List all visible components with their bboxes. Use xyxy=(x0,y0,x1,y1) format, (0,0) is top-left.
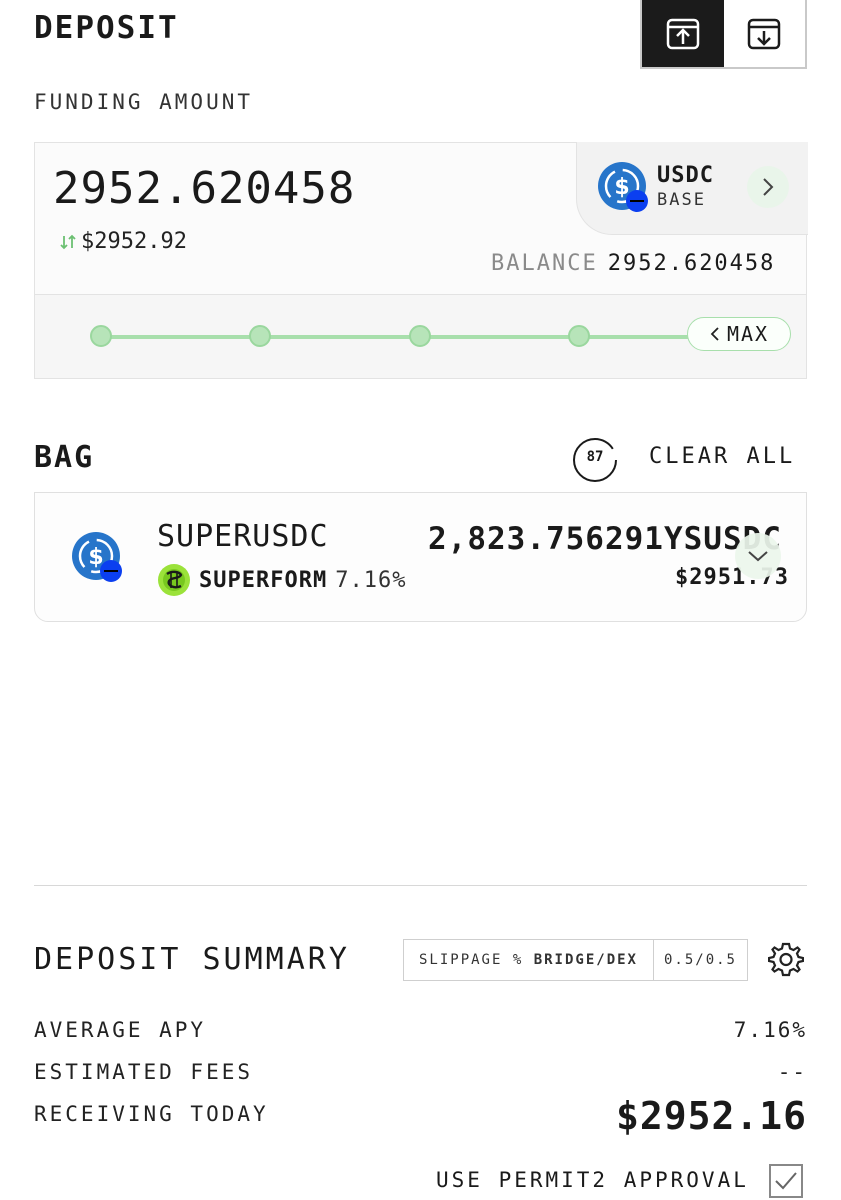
mode-toggle xyxy=(640,0,807,69)
bag-item[interactable]: $ SUPERUSDC SUPERFORM 7.16% 2,823.756291… xyxy=(34,492,807,622)
bag-count: 87 xyxy=(586,449,604,465)
amount-slider[interactable]: MAX xyxy=(35,294,806,378)
gear-icon[interactable] xyxy=(768,941,804,977)
token-chain: BASE xyxy=(657,190,706,210)
slider-step-25[interactable] xyxy=(249,325,271,347)
vault-name: SUPERUSDC xyxy=(157,519,329,554)
expand-item-button[interactable] xyxy=(735,533,781,579)
max-label: MAX xyxy=(726,322,770,346)
usd-value: $2952.92 xyxy=(81,229,187,254)
superform-logo-icon xyxy=(158,564,190,596)
deposit-mode-button[interactable] xyxy=(642,0,724,67)
vault-amount-value: 2,823.756291 xyxy=(428,521,664,557)
receiving-today-value: $2952.16 xyxy=(615,1094,807,1138)
chevron-left-icon xyxy=(710,327,719,341)
slider-step-75[interactable] xyxy=(568,325,590,347)
receiving-today-label: RECEIVING TODAY xyxy=(34,1102,269,1126)
token-selector[interactable]: $ USDC BASE xyxy=(576,142,808,235)
funding-amount-label: FUNDING AMOUNT xyxy=(34,90,254,114)
chevron-right-icon xyxy=(763,178,774,196)
summary-title: DEPOSIT SUMMARY xyxy=(34,942,350,977)
bag-count-ring: 87 xyxy=(572,437,618,483)
usd-value-line: $2952.92 xyxy=(59,229,187,254)
clear-all-button[interactable]: CLEAR ALL xyxy=(649,444,795,469)
balance-line: BALANCE 2952.620458 xyxy=(491,251,775,276)
section-divider xyxy=(34,885,807,886)
amount-input[interactable] xyxy=(53,163,573,214)
token-symbol: USDC xyxy=(657,163,714,188)
vault-amount: 2,823.756291YSUSDC xyxy=(428,521,782,557)
average-apy-label: AVERAGE APY xyxy=(34,1018,207,1042)
balance-label: BALANCE xyxy=(491,251,598,276)
slippage-prefix: SLIPPAGE % xyxy=(418,952,534,968)
withdraw-mode-button[interactable] xyxy=(724,0,806,67)
average-apy-value: 7.16% xyxy=(733,1018,807,1042)
max-button[interactable]: MAX xyxy=(687,317,791,351)
slippage-setting[interactable]: SLIPPAGE % BRIDGE/DEX 0.5/0.5 xyxy=(403,939,748,981)
funding-card: $2952.92 $ USDC BASE BALANCE 2952.620458 xyxy=(34,142,808,379)
checkmark-icon xyxy=(775,1172,797,1190)
usdc-base-icon: $ xyxy=(598,162,648,212)
protocol-line: SUPERFORM 7.16% xyxy=(157,563,406,597)
deposit-tray-icon xyxy=(666,18,699,49)
withdraw-tray-icon xyxy=(748,18,781,49)
swap-arrows-icon xyxy=(60,234,76,249)
superusdc-token-icon: $ xyxy=(72,532,122,582)
slider-step-0[interactable] xyxy=(90,325,112,347)
protocol-name: SUPERFORM xyxy=(199,567,328,593)
vault-apy: 7.16% xyxy=(335,567,407,593)
bag-title: BAG xyxy=(34,440,95,475)
balance-value: 2952.620458 xyxy=(607,251,776,276)
slippage-mode: BRIDGE/DEX xyxy=(533,952,638,968)
slippage-value: 0.5/0.5 xyxy=(663,952,737,968)
permit2-checkbox[interactable] xyxy=(769,1164,803,1198)
token-chevron-button[interactable] xyxy=(747,166,789,208)
estimated-fees-value: -- xyxy=(777,1060,807,1084)
slider-step-50[interactable] xyxy=(409,325,431,347)
slippage-label: SLIPPAGE % BRIDGE/DEX xyxy=(404,940,654,980)
chevron-down-icon xyxy=(748,551,768,562)
permit2-label: USE PERMIT2 APPROVAL xyxy=(436,1168,749,1192)
estimated-fees-label: ESTIMATED FEES xyxy=(34,1060,254,1084)
page-title: DEPOSIT xyxy=(34,10,179,46)
